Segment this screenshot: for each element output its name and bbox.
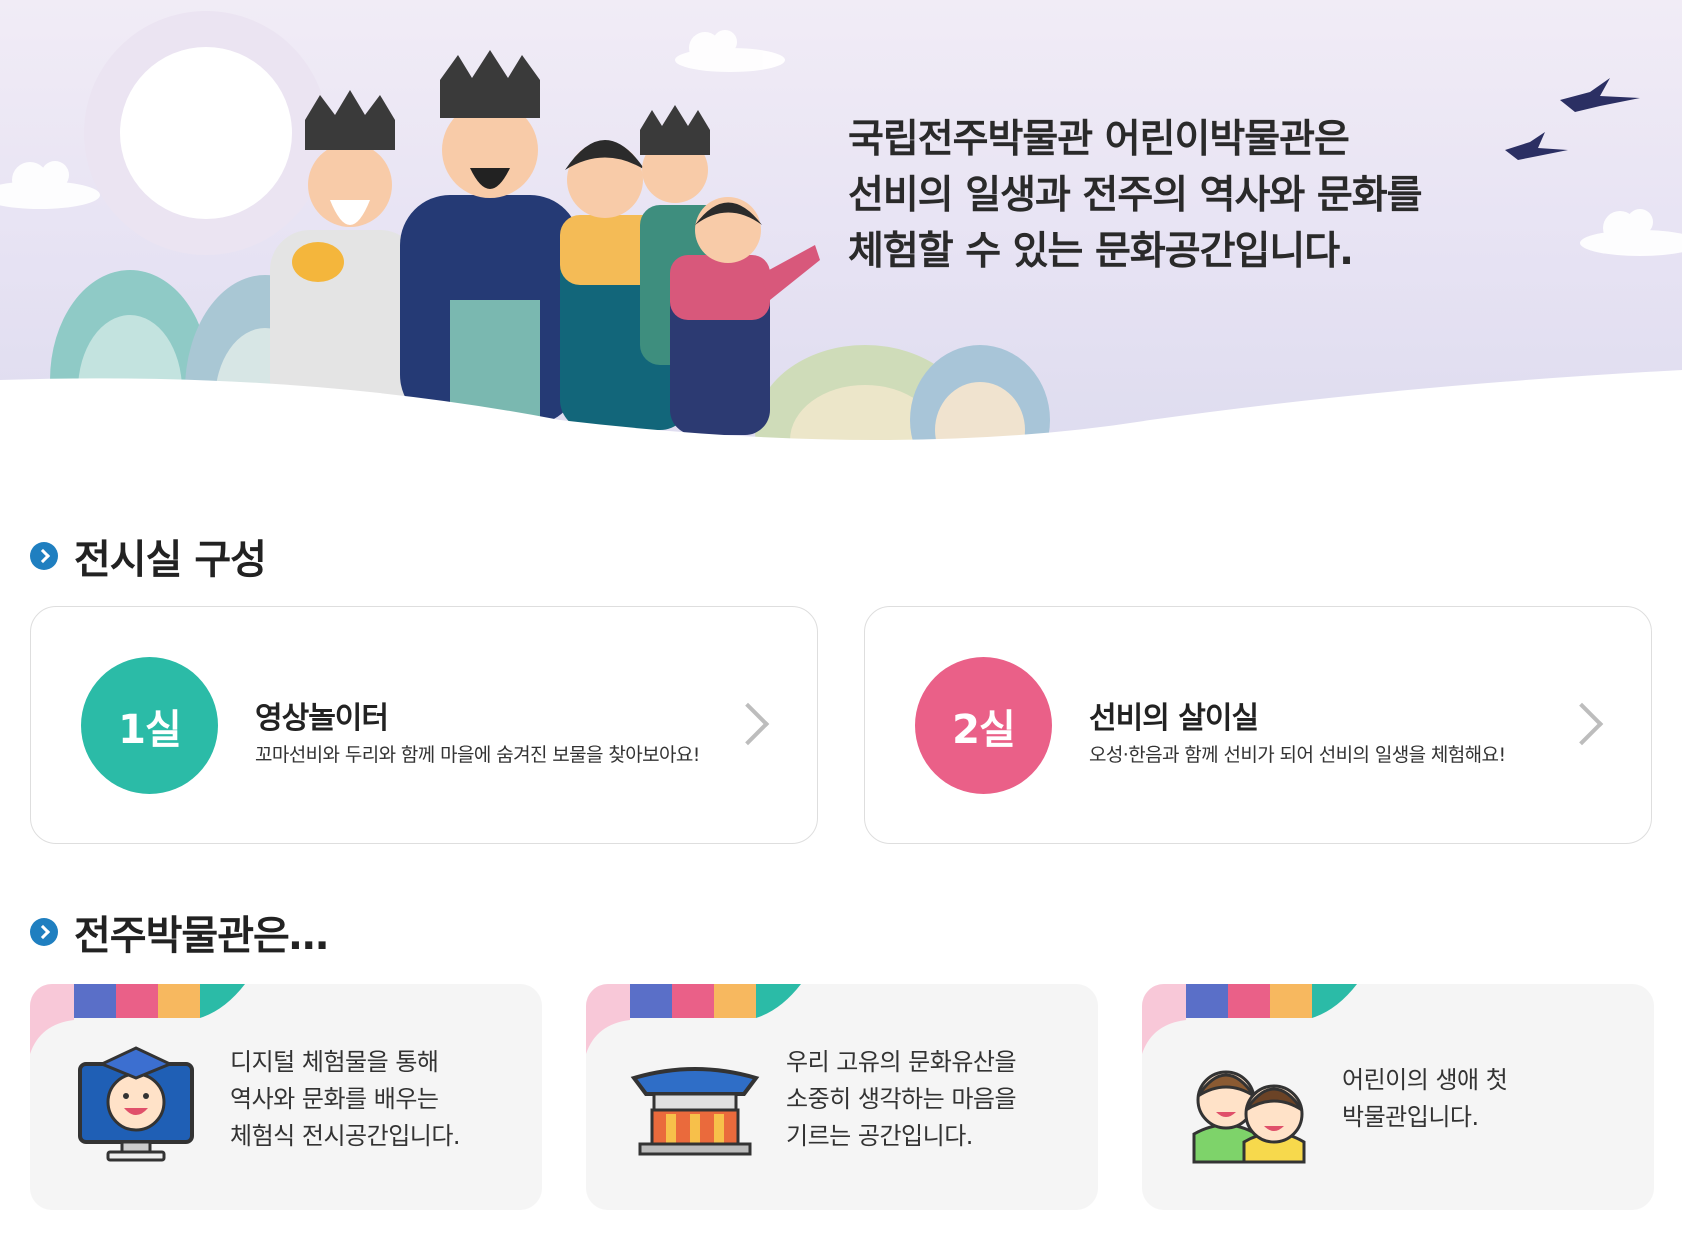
- about-line: 체험식 전시공간입니다.: [230, 1122, 461, 1150]
- about-line: 역사와 문화를 배우는: [230, 1085, 439, 1113]
- about-text: 우리 고유의 문화유산을 소중히 생각하는 마음을 기르는 공간입니다.: [786, 1044, 1017, 1155]
- about-line: 디지털 체험물을 통해: [230, 1048, 439, 1076]
- room-badge: 1실: [81, 657, 218, 794]
- chevron-right-icon: [726, 702, 770, 746]
- room-name: 영상놀이터: [255, 701, 389, 736]
- section-title-rooms: 전시실 구성: [30, 527, 267, 585]
- about-text: 어린이의 생애 첫 박물관입니다.: [1342, 1062, 1508, 1136]
- about-line: 어린이의 생애 첫: [1342, 1066, 1508, 1094]
- chevron-circle-icon: [30, 542, 58, 570]
- bird-icon: [1505, 78, 1640, 160]
- two-children-icon: [1192, 1070, 1306, 1164]
- hero-line: 선비의 일생과 전주의 역사와 문화를: [848, 173, 1423, 218]
- family-characters-icon: [270, 50, 820, 435]
- about-line: 박물관입니다.: [1342, 1103, 1479, 1131]
- hero-line: 체험할 수 있는 문화공간입니다.: [848, 229, 1354, 274]
- moon-icon: [120, 47, 292, 219]
- about-line: 우리 고유의 문화유산을: [786, 1048, 1017, 1076]
- room-card-1[interactable]: 1실 영상놀이터 꼬마선비와 두리와 함께 마을에 숨겨진 보물을 찾아보아요!: [30, 606, 818, 844]
- about-line: 소중히 생각하는 마음을: [786, 1085, 1017, 1113]
- chevron-right-icon: [1560, 702, 1604, 746]
- room-description: 오성·한음과 함께 선비가 되어 선비의 일생을 체험해요!: [1089, 744, 1506, 766]
- chevron-circle-icon: [30, 918, 58, 946]
- about-card-1: 디지털 체험물을 통해 역사와 문화를 배우는 체험식 전시공간입니다.: [30, 984, 542, 1210]
- room-card-2[interactable]: 2실 선비의 살이실 오성·한음과 함께 선비가 되어 선비의 일생을 체험해요…: [864, 606, 1652, 844]
- section-title-text: 전주박물관은…: [74, 913, 329, 959]
- section-title-text: 전시실 구성: [74, 537, 267, 583]
- section-title-about: 전주박물관은…: [30, 903, 329, 961]
- about-card-3: 어린이의 생애 첫 박물관입니다.: [1142, 984, 1654, 1210]
- hero-intro-text: 국립전주박물관 어린이박물관은 선비의 일생과 전주의 역사와 문화를 체험할 …: [848, 112, 1488, 280]
- graduation-kid-monitor-icon: [78, 1046, 194, 1162]
- hero-line: 국립전주박물관 어린이박물관은: [848, 117, 1350, 162]
- room-badge: 2실: [915, 657, 1052, 794]
- about-text: 디지털 체험물을 통해 역사와 문화를 배우는 체험식 전시공간입니다.: [230, 1044, 461, 1155]
- room-description: 꼬마선비와 두리와 함께 마을에 숨겨진 보물을 찾아보아요!: [255, 744, 700, 766]
- room-name: 선비의 살이실: [1089, 701, 1259, 736]
- about-line: 기르는 공간입니다.: [786, 1122, 973, 1150]
- hero-banner: 국립전주박물관 어린이박물관은 선비의 일생과 전주의 역사와 문화를 체험할 …: [0, 0, 1682, 450]
- about-card-2: 우리 고유의 문화유산을 소중히 생각하는 마음을 기르는 공간입니다.: [586, 984, 1098, 1210]
- traditional-building-icon: [630, 1067, 760, 1156]
